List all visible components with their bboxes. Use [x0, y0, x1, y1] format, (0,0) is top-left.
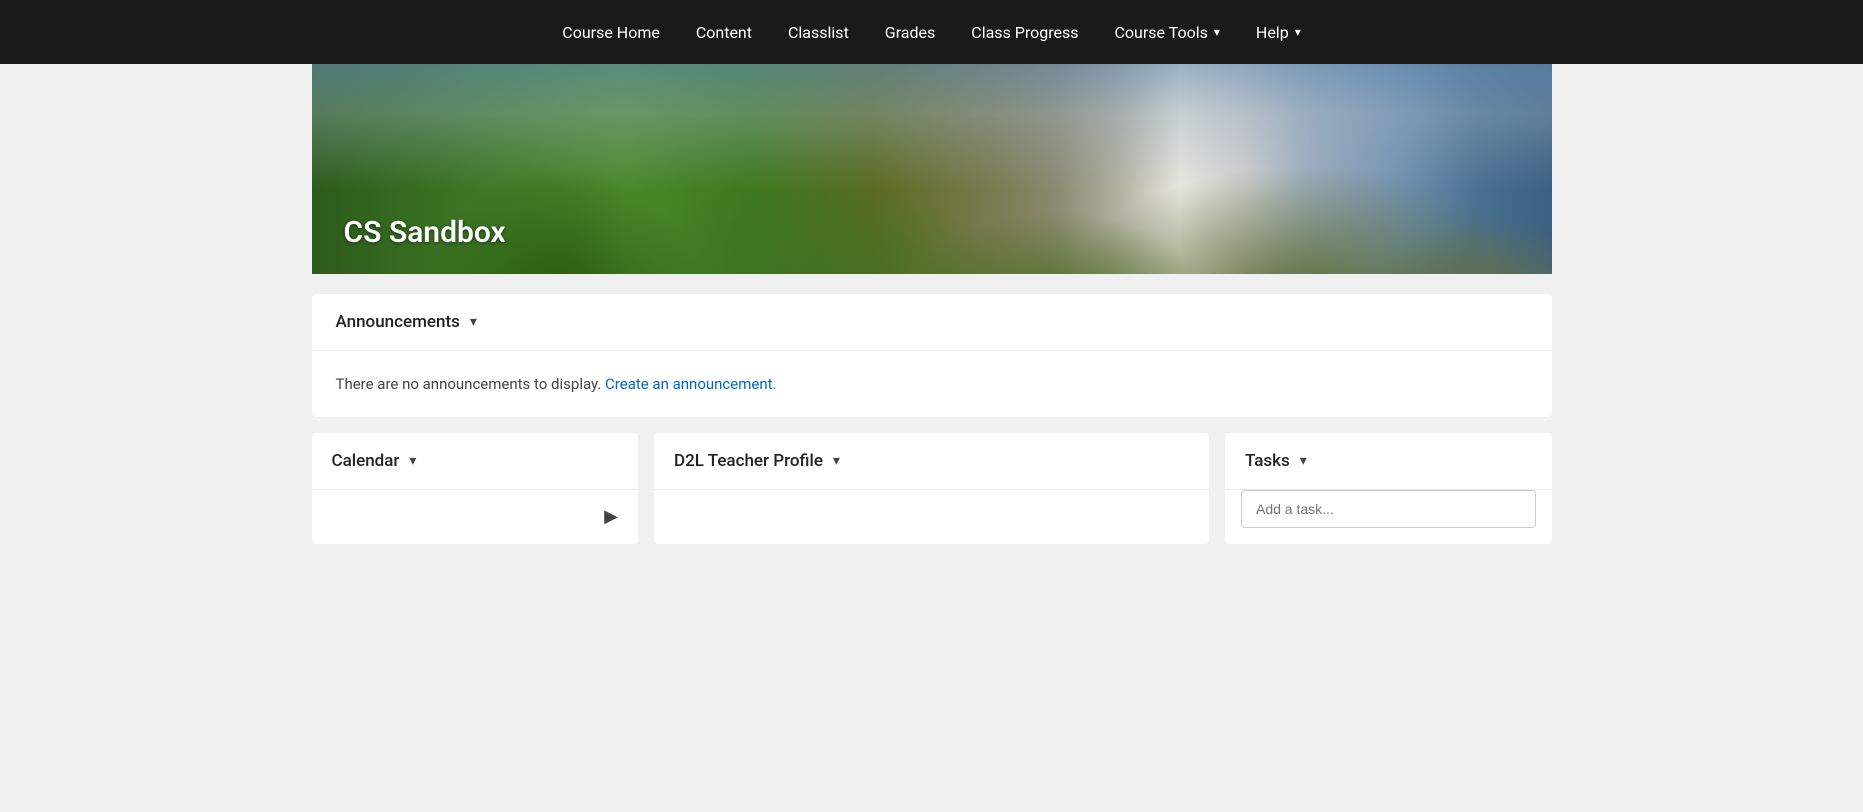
add-task-input[interactable] — [1241, 490, 1536, 528]
main-content: CS Sandbox Announcements ▾ There are no … — [0, 64, 1863, 748]
nav-course-tools[interactable]: Course Tools ▾ — [1101, 15, 1234, 50]
course-title: CS Sandbox — [344, 215, 506, 250]
nav-classlist[interactable]: Classlist — [774, 15, 863, 50]
nav-grades[interactable]: Grades — [871, 15, 949, 50]
page-body: Announcements ▾ There are no announcemen… — [312, 274, 1552, 564]
announcements-header[interactable]: Announcements ▾ — [312, 294, 1552, 351]
course-tools-chevron-icon: ▾ — [1214, 25, 1220, 39]
tasks-title: Tasks — [1245, 451, 1290, 471]
tasks-header[interactable]: Tasks ▾ — [1225, 433, 1552, 490]
calendar-body: ▶ — [312, 490, 638, 543]
calendar-widget: Calendar ▾ ▶ — [312, 433, 638, 544]
announcements-title: Announcements — [336, 312, 460, 332]
bottom-row: Calendar ▾ ▶ D2L Teacher Profile ▾ Tasks… — [312, 433, 1552, 544]
announcements-body: There are no announcements to display. C… — [312, 351, 1552, 417]
d2l-teacher-profile-header[interactable]: D2L Teacher Profile ▾ — [654, 433, 1209, 490]
tasks-chevron-icon: ▾ — [1300, 453, 1307, 469]
hero-banner: CS Sandbox — [312, 64, 1552, 274]
calendar-title: Calendar — [332, 451, 400, 471]
nav-course-home[interactable]: Course Home — [548, 15, 674, 50]
calendar-arrow-icon[interactable]: ▶ — [604, 506, 618, 527]
calendar-header[interactable]: Calendar ▾ — [312, 433, 638, 490]
tasks-widget: Tasks ▾ — [1225, 433, 1552, 544]
announcements-empty-text: There are no announcements to display. C… — [336, 375, 1528, 393]
help-chevron-icon: ▾ — [1295, 25, 1301, 39]
nav-class-progress[interactable]: Class Progress — [957, 15, 1092, 50]
announcements-widget: Announcements ▾ There are no announcemen… — [312, 294, 1552, 417]
announcements-chevron-icon: ▾ — [470, 314, 477, 330]
top-nav: Course Home Content Classlist Grades Cla… — [0, 0, 1863, 64]
d2l-teacher-profile-title: D2L Teacher Profile — [674, 451, 823, 471]
d2l-teacher-profile-chevron-icon: ▾ — [833, 453, 840, 469]
nav-content[interactable]: Content — [682, 15, 766, 50]
d2l-teacher-profile-widget: D2L Teacher Profile ▾ — [654, 433, 1209, 544]
calendar-chevron-icon: ▾ — [409, 453, 416, 469]
create-announcement-link[interactable]: Create an announcement. — [605, 375, 776, 393]
nav-help[interactable]: Help ▾ — [1242, 15, 1315, 50]
